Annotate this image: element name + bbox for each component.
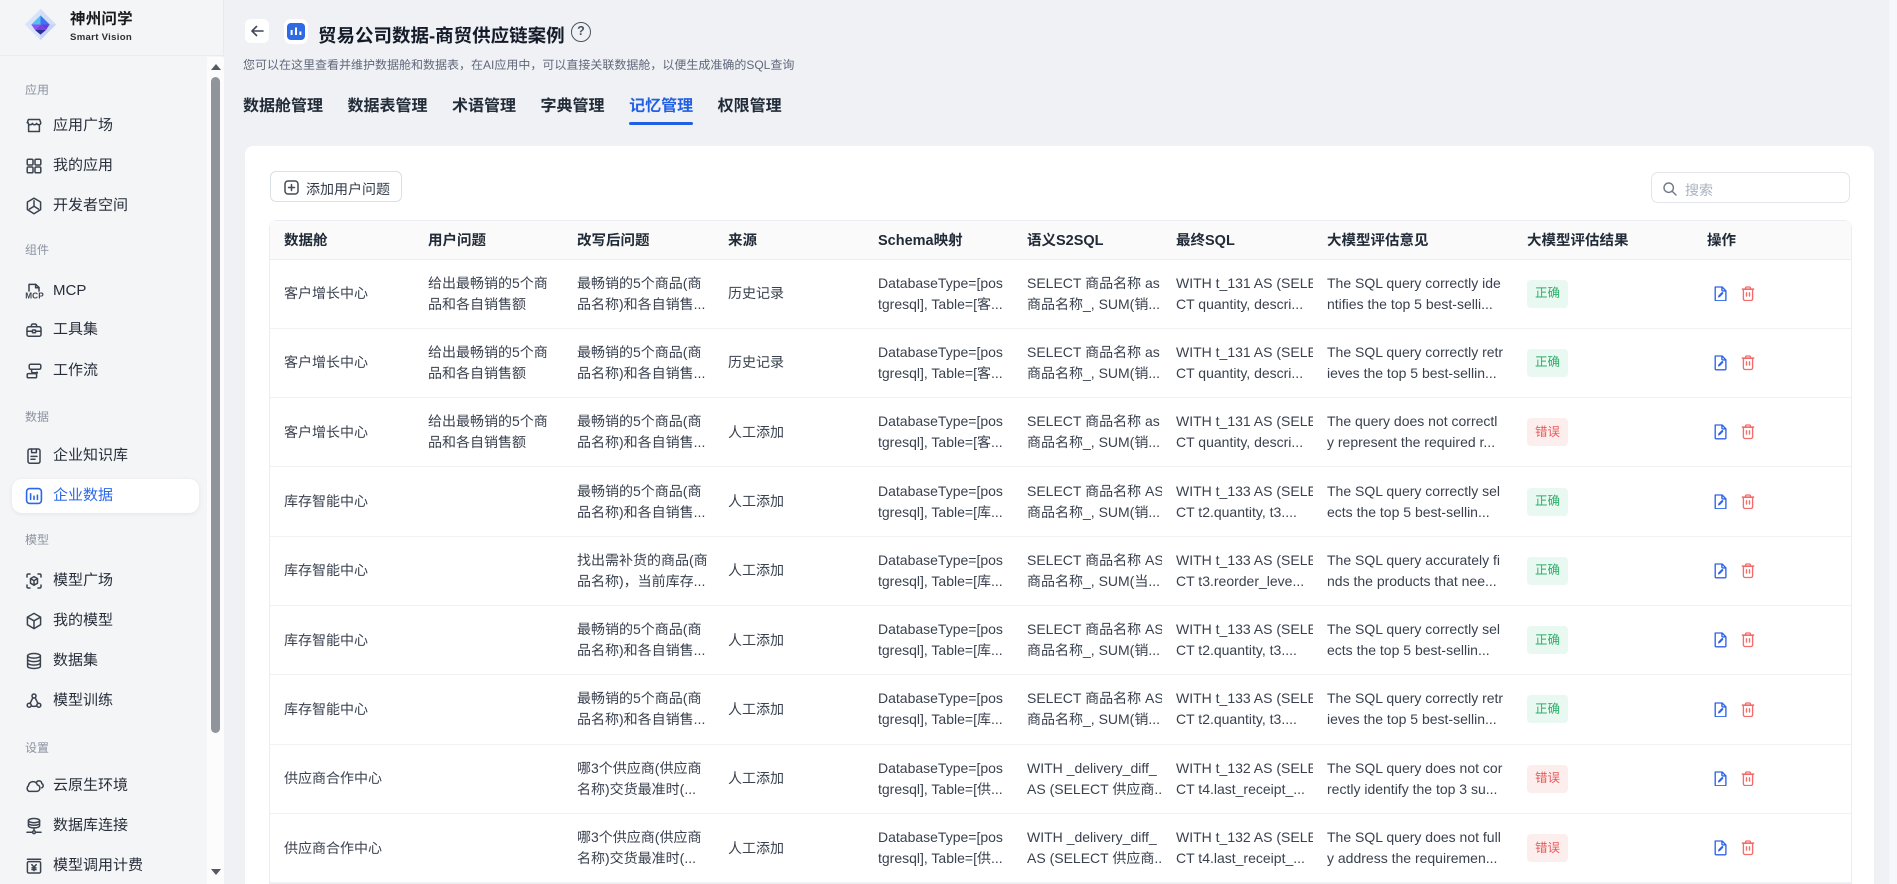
svg-text:MCP: MCP xyxy=(25,292,44,301)
